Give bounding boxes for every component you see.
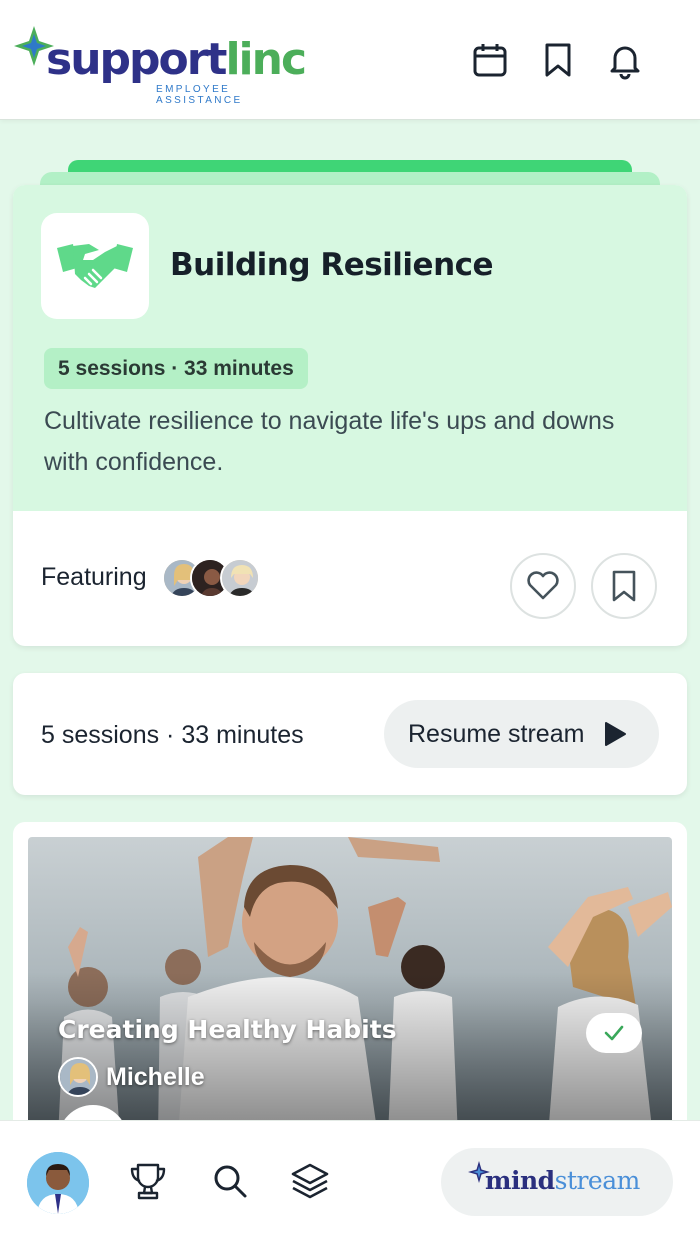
bookmark-icon[interactable] [538,40,578,80]
featured-avatars[interactable] [162,558,272,600]
search-icon[interactable] [210,1161,250,1201]
completed-badge [586,1013,642,1053]
resume-stream-button[interactable]: Resume stream [384,700,659,768]
heart-icon [527,571,559,600]
session-card[interactable]: Creating Healthy Habits Michelle [13,822,687,1142]
avatar [220,558,260,598]
check-icon [604,1025,624,1041]
handshake-icon [57,244,133,288]
calendar-icon[interactable] [470,40,510,80]
program-card-header: Building Resilience 5 sessions · 33 minu… [13,185,687,511]
mindstream-button[interactable]: mindstream [441,1148,673,1216]
app-header: supportlinc EMPLOYEE ASSISTANCE [0,0,700,120]
session-title: Creating Healthy Habits [58,1015,397,1044]
logo-wordmark: supportlinc [46,34,307,85]
resume-label: Resume stream [408,720,585,748]
resume-card: 5 sessions · 33 minutes Resume stream [13,673,687,795]
program-title: Building Resilience [170,247,494,283]
trophy-icon[interactable] [128,1161,168,1201]
profile-avatar[interactable] [27,1152,89,1214]
supportlinc-logo[interactable]: supportlinc EMPLOYEE ASSISTANCE [12,24,312,106]
session-thumbnail[interactable]: Creating Healthy Habits Michelle [28,837,672,1137]
program-icon-tile [41,213,149,319]
session-host: Michelle [106,1063,205,1091]
sessions-badge: 5 sessions · 33 minutes [44,348,308,389]
layers-icon[interactable] [290,1161,330,1201]
favorite-button[interactable] [510,553,576,619]
play-icon [605,722,626,746]
save-button[interactable] [591,553,657,619]
program-card: Building Resilience 5 sessions · 33 minu… [13,185,687,646]
featuring-label: Featuring [41,563,147,591]
host-avatar [58,1057,98,1097]
bookmark-icon [612,570,636,602]
session-photo [28,837,672,1137]
program-description: Cultivate resilience to navigate life's … [44,407,615,476]
logo-tagline: EMPLOYEE ASSISTANCE [156,84,243,106]
bell-icon[interactable] [605,40,645,80]
bottom-navigation: mindstream [0,1120,700,1244]
mindstream-wordmark: mindstream [485,1166,640,1195]
sessions-summary: 5 sessions · 33 minutes [41,721,304,749]
